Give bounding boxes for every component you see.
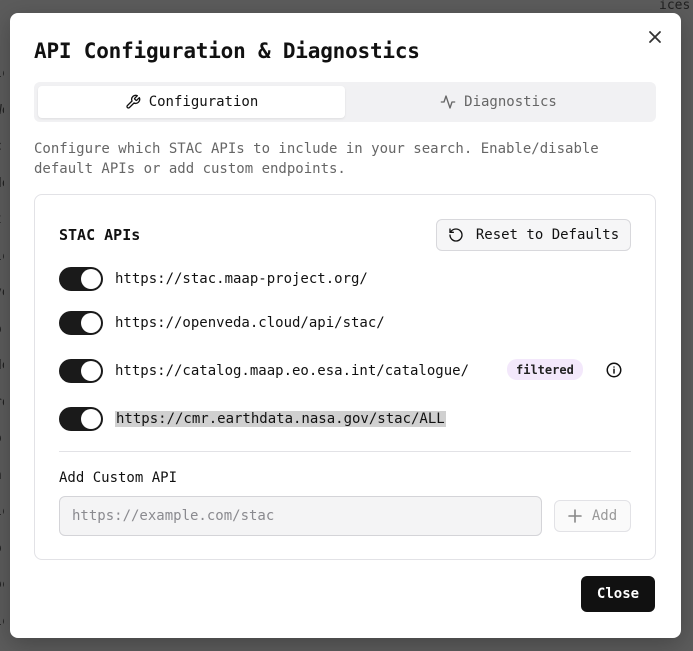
dialog-title: API Configuration & Diagnostics xyxy=(34,39,420,63)
background-text: ic xyxy=(0,494,4,531)
custom-api-label: Add Custom API xyxy=(59,470,178,486)
tab-list: Configuration Diagnostics xyxy=(34,82,656,122)
tab-diagnostics-label: Diagnostics xyxy=(464,94,557,110)
close-icon[interactable] xyxy=(645,27,665,47)
background-text: ic xyxy=(0,239,4,276)
stac-apis-card: STAC APIs Reset to Defaults https://stac… xyxy=(34,194,656,560)
background-text: or xyxy=(0,531,4,568)
api-url: https://cmr.earthdata.nasa.gov/stac/ALL xyxy=(115,411,446,427)
api-row: https://openveda.cloud/api/stac/ xyxy=(59,311,385,335)
info-icon[interactable] xyxy=(605,361,623,379)
background-page-left: icWecrdet-icveorderoornicorocic xyxy=(0,56,4,640)
close-button[interactable]: Close xyxy=(581,576,655,612)
background-text: ve xyxy=(0,275,4,312)
background-text: We xyxy=(0,93,4,130)
wrench-icon xyxy=(126,94,141,109)
background-text: t- xyxy=(0,202,4,239)
description: Configure which STAC APIs to include in … xyxy=(34,141,599,177)
background-text: cr xyxy=(0,129,4,166)
filtered-badge: filtered xyxy=(507,359,583,380)
api-toggle[interactable] xyxy=(59,311,103,335)
background-text: or xyxy=(0,421,4,458)
api-url: https://stac.maap-project.org/ xyxy=(115,271,368,287)
add-label: Add xyxy=(591,508,618,524)
api-url: https://openveda.cloud/api/stac/ xyxy=(115,315,385,331)
plus-icon xyxy=(568,509,582,523)
tab-diagnostics[interactable]: Diagnostics xyxy=(345,86,652,118)
stac-apis-title: STAC APIs xyxy=(59,226,141,244)
background-text: ic xyxy=(0,604,4,641)
background-text: oc xyxy=(0,567,4,604)
add-button[interactable]: Add xyxy=(554,500,631,532)
api-row: https://stac.maap-project.org/ xyxy=(59,267,368,291)
rotate-ccw-icon xyxy=(449,228,463,242)
background-text: de xyxy=(0,348,4,385)
api-toggle[interactable] xyxy=(59,359,103,383)
background-text: ic xyxy=(0,56,4,93)
background-text: ro xyxy=(0,385,4,422)
activity-icon xyxy=(440,95,456,109)
background-text: n xyxy=(0,458,4,495)
api-row: https://catalog.maap.eo.esa.int/catalogu… xyxy=(59,359,633,383)
api-row: https://cmr.earthdata.nasa.gov/stac/ALL xyxy=(59,407,446,431)
api-toggle[interactable] xyxy=(59,267,103,291)
background-text: or xyxy=(0,312,4,349)
api-toggle[interactable] xyxy=(59,407,103,431)
custom-api-input[interactable] xyxy=(59,496,542,536)
tab-configuration[interactable]: Configuration xyxy=(38,86,345,118)
reset-defaults-label: Reset to Defaults xyxy=(475,227,620,243)
reset-defaults-button[interactable]: Reset to Defaults xyxy=(436,219,631,251)
tab-configuration-label: Configuration xyxy=(148,94,259,110)
divider xyxy=(59,451,631,452)
api-url: https://catalog.maap.eo.esa.int/catalogu… xyxy=(115,363,470,379)
background-text: de xyxy=(0,166,4,203)
api-config-dialog: API Configuration & Diagnostics Configur… xyxy=(10,13,681,638)
